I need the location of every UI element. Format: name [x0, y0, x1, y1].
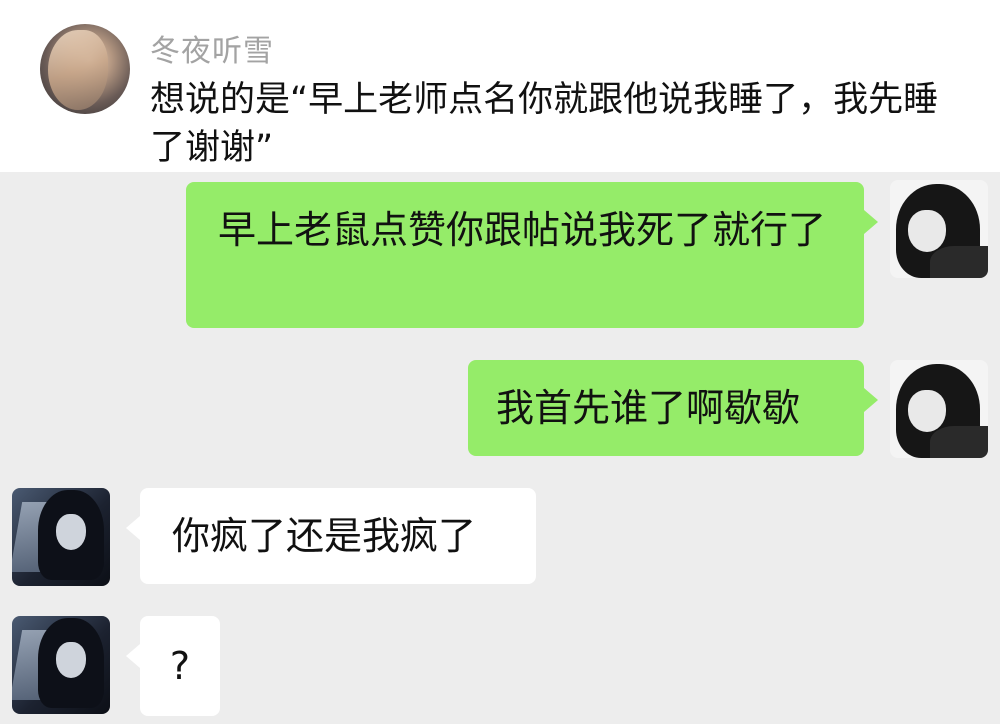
my-avatar[interactable] — [890, 180, 988, 278]
author-name[interactable]: 冬夜听雪 — [150, 26, 274, 70]
bubble-tail — [126, 516, 140, 540]
bubble-tail — [126, 644, 140, 668]
message-bubble-them[interactable]: ? — [140, 616, 220, 716]
message-bubble-me[interactable]: 早上老鼠点赞你跟帖说我死了就行了 — [186, 182, 864, 328]
message-text: 早上老鼠点赞你跟帖说我死了就行了 — [218, 208, 827, 252]
their-avatar[interactable] — [12, 616, 110, 714]
bubble-tail — [864, 210, 878, 234]
message-text: ? — [169, 644, 191, 688]
author-avatar-image — [48, 30, 108, 110]
message-text: 你疯了还是我疯了 — [172, 514, 477, 558]
my-avatar[interactable] — [890, 360, 988, 458]
bubble-tail — [864, 388, 878, 412]
message-bubble-me[interactable]: 我首先谁了啊歇歇 — [468, 360, 864, 456]
message-bubble-them[interactable]: 你疯了还是我疯了 — [140, 488, 536, 584]
their-avatar[interactable] — [12, 488, 110, 586]
message-text: 我首先谁了啊歇歇 — [496, 386, 801, 430]
quoted-post: 冬夜听雪 想说的是“早上老师点名你就跟他说我睡了，我先睡了谢谢” — [0, 0, 1000, 172]
quoted-post-text: 想说的是“早上老师点名你就跟他说我睡了，我先睡了谢谢” — [150, 80, 939, 168]
author-avatar[interactable] — [40, 24, 130, 114]
